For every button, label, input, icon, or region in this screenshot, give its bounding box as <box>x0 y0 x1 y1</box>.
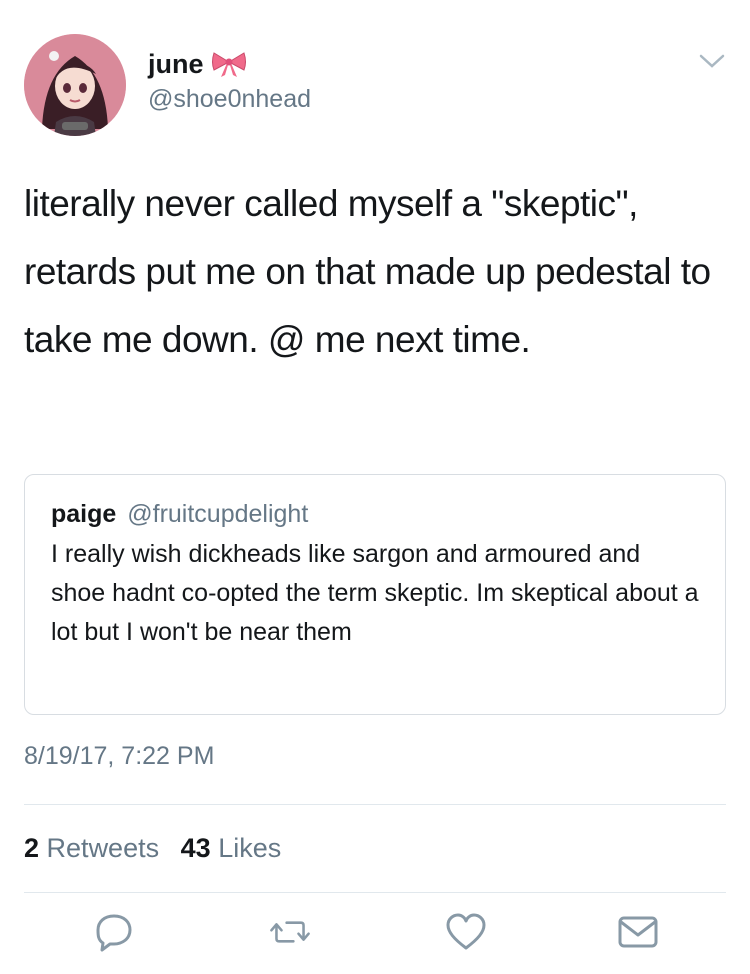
dm-button[interactable] <box>616 910 660 954</box>
heart-icon <box>446 913 486 950</box>
likes-label: Likes <box>218 833 282 863</box>
retweet-button[interactable] <box>268 910 320 954</box>
retweets-label: Retweets <box>46 833 160 863</box>
tweet-text: literally never called myself a "skeptic… <box>24 183 711 360</box>
quoted-author-name: paige <box>51 500 117 528</box>
quoted-tweet[interactable]: paige @fruitcupdelight I really wish dic… <box>24 474 726 715</box>
ribbon-bow-icon <box>210 50 248 78</box>
avatar[interactable] <box>24 34 126 136</box>
anime-girl-avatar-icon <box>24 34 126 136</box>
likes-stat[interactable]: 43 Likes <box>181 832 282 864</box>
envelope-icon <box>618 916 658 948</box>
chevron-down-icon[interactable] <box>698 52 726 70</box>
likes-count: 43 <box>180 833 211 863</box>
author-name-text: june <box>148 49 204 79</box>
quoted-author-handle: @fruitcupdelight <box>127 500 309 528</box>
reply-button[interactable] <box>92 910 136 954</box>
retweet-icon <box>270 921 310 943</box>
like-button[interactable] <box>444 910 488 954</box>
tweet-actions <box>24 910 726 960</box>
divider <box>24 892 726 893</box>
reply-icon <box>96 914 132 952</box>
author-display-name[interactable]: june <box>148 48 248 80</box>
retweets-stat[interactable]: 2 Retweets <box>24 832 159 864</box>
quoted-tweet-header: paige @fruitcupdelight <box>51 499 699 529</box>
quoted-tweet-text: I really wish dickheads like sargon and … <box>51 540 699 646</box>
tweet-header: june @shoe0nhead <box>24 30 734 140</box>
author-block[interactable]: june @shoe0nhead <box>148 48 311 114</box>
divider <box>24 804 726 805</box>
author-handle[interactable]: @shoe0nhead <box>148 84 311 114</box>
retweets-count: 2 <box>24 833 40 863</box>
tweet-timestamp[interactable]: 8/19/17, 7:22 PM <box>24 740 214 772</box>
tweet-stats: 2 Retweets 43 Likes <box>24 832 295 864</box>
